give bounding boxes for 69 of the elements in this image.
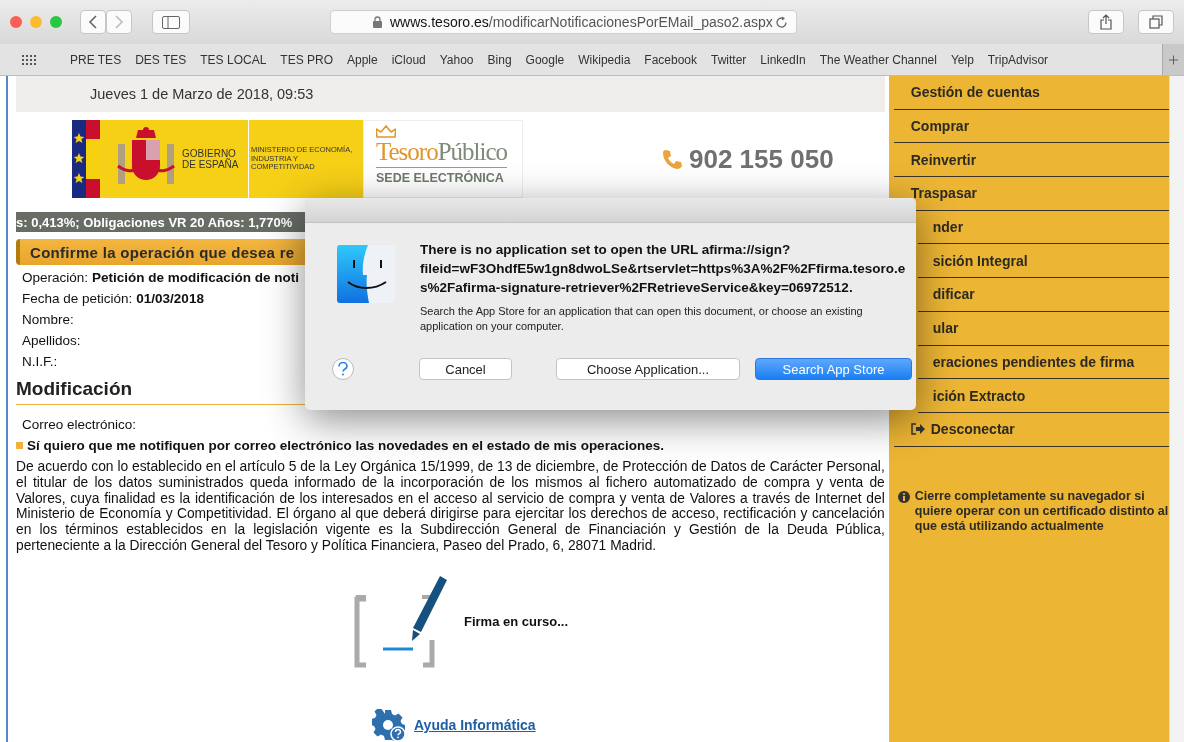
signing-status-text: Firma en curso... [464, 613, 569, 629]
bullet-icon [16, 442, 23, 449]
field-value: Petición de modificación de noti [92, 270, 300, 285]
dialog-detail: Search the App Store for an application that can open this document, or choose an existing application on your computer. [420, 304, 864, 334]
sidebar-icon [162, 15, 180, 29]
ticker-text: s: 0,413%; Obligaciones VR 20 Años: 1,770% [16, 214, 293, 230]
phone-icon [661, 148, 683, 170]
dialog-message: There is no application set to open the URL afirma://sign?fileid=wF3OhdfE5w1gn8dwoLSe&rtservlet=https%3A%2F%2Ffirma.tesoro.es%2Fafirma-signature-retriever%2FRetrieveService&key=06972512. [420, 241, 906, 297]
new-tab-button[interactable] [1162, 44, 1184, 75]
back-button[interactable] [80, 10, 106, 34]
certificate-notice: Cierre completamente su navegador si quiere operar con un certificado distinto al que está utilizando actualmente [914, 488, 1170, 534]
bookmark-link[interactable]: TES PRO [280, 52, 333, 67]
brand-subtitle: SEDE ELECTRÓNICA [376, 171, 504, 185]
help-button[interactable] [332, 358, 354, 380]
sign-out-icon [910, 423, 925, 436]
dialog-button[interactable]: Cancel [419, 358, 512, 380]
info-icon [897, 490, 910, 503]
bookmark-link[interactable]: DES TES [135, 52, 187, 67]
field-label: Correo electrónico: [22, 417, 138, 432]
dialog-button[interactable]: Choose Application... [556, 358, 740, 380]
forward-button[interactable] [106, 10, 132, 34]
address-field[interactable]: wwws.tesoro.es/modificarNotificacionesPorEMail_paso2.aspx [330, 10, 797, 34]
bookmark-link[interactable]: Apple [347, 52, 378, 67]
share-icon [1100, 14, 1112, 30]
question-mark-icon [337, 362, 349, 376]
finder-face-icon [336, 244, 396, 304]
crown-icon [376, 125, 396, 139]
grid-icon[interactable] [22, 54, 36, 65]
field-label: Nombre: [22, 312, 74, 327]
lock-icon [373, 16, 382, 28]
bookmark-link[interactable]: Yelp [950, 52, 974, 67]
government-name: GOBIERNO DE ESPAÑA [182, 147, 240, 171]
bookmark-link[interactable]: The Weather Channel [819, 52, 937, 67]
legal-notice-paragraph: De acuerdo con lo establecido en el artículo 5 de la Ley Orgánica 15/1999, de 13 de diciembre, de Protección de Datos de Carácter Personal, el titular de los datos suministrados queda informado de la incorporación de los mismos al fichero automatizado de compra y venta de Valores, cuya finalidad es la identificación de los interesados en el acceso al servicio de compra y venta de Valores a través de Internet del Ministerio de Economía y Competitividad. El órgano al que deberá dirigirse para ejercitar los derechos de acceso, rectificación y cancelación en los términos establecidos en la legislación vigente es la Subdirección General de Financiación y Gestión de la Deuda Pública, perteneciente a la Dirección General del Tesoro y Política Financiera, Paseo del Prado, 6, 28071 Madrid. [16, 459, 885, 554]
bookmark-link[interactable]: TripAdvisor [987, 52, 1049, 67]
brand-wordmark: TesoroPúblico [376, 139, 508, 168]
bookmark-link[interactable]: Twitter [711, 52, 747, 67]
reload-icon[interactable] [775, 15, 788, 29]
zoom-window-icon[interactable] [50, 16, 62, 28]
field-value: 01/03/2018 [136, 291, 204, 306]
bookmark-link[interactable]: iCloud [391, 52, 426, 67]
help-link[interactable]: Ayuda Informática [414, 716, 536, 733]
scrollbar[interactable] [1169, 76, 1184, 742]
bookmark-link[interactable]: TES LOCAL [200, 52, 267, 67]
field-label: Operación: [22, 270, 89, 285]
date-text: Jueves 1 de Marzo de 2018, 09:53 [90, 86, 314, 102]
bookmark-link[interactable]: Wikipedia [578, 52, 631, 67]
minimize-window-icon[interactable] [30, 16, 42, 28]
bookmark-link[interactable]: PRE TES [70, 52, 122, 67]
tabs-overview-button[interactable] [1138, 10, 1174, 34]
phone-number: 902 155 050 [689, 143, 834, 175]
field-label: N.I.F.: [22, 354, 58, 369]
field-label: Fecha de petición: [22, 291, 133, 306]
tabs-icon [1149, 15, 1163, 29]
notification-option: Sí quiero que me notifiquen por correo electrónico las novedades en el estado de mis operaciones. [27, 438, 664, 453]
share-button[interactable] [1088, 10, 1124, 34]
bookmark-link[interactable]: Facebook [644, 52, 697, 67]
chevron-left-icon [88, 15, 98, 29]
plus-icon [1169, 53, 1178, 66]
bookmark-link[interactable]: Google [525, 52, 565, 67]
chevron-right-icon [114, 15, 124, 29]
close-window-icon[interactable] [10, 16, 22, 28]
sidebar-menu-item[interactable]: Desconectar [893, 412, 1170, 447]
bookmark-link[interactable]: LinkedIn [760, 52, 806, 67]
sidebar-toggle-button[interactable] [152, 10, 190, 34]
field-label: Apellidos: [22, 333, 81, 348]
section-header-title: Confirme la operación que desea re [30, 243, 295, 261]
bookmark-link[interactable]: Yahoo [439, 52, 474, 67]
bookmark-link[interactable]: Bing [487, 52, 512, 67]
